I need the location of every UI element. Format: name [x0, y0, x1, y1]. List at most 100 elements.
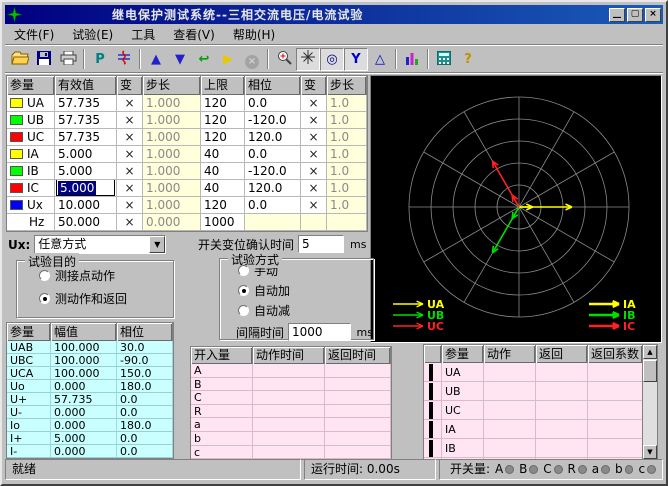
vary-toggle-cell[interactable] — [301, 214, 327, 231]
step-cell[interactable]: 1.000 — [143, 112, 201, 129]
vary-toggle-cell[interactable]: × — [301, 163, 327, 180]
vary-toggle-cell[interactable]: × — [117, 214, 143, 231]
value-cell[interactable]: 50.000 — [55, 214, 117, 231]
vary-toggle-cell[interactable]: × — [117, 112, 143, 129]
vary-toggle-cell[interactable]: × — [117, 163, 143, 180]
bar-chart-button[interactable] — [400, 48, 424, 71]
zoom-button[interactable] — [272, 48, 296, 71]
test-mode-option-2[interactable]: 自动减 — [238, 302, 373, 319]
step-cell[interactable]: 1.000 — [143, 180, 201, 197]
step-cell[interactable]: 1.000 — [143, 129, 201, 146]
help-button[interactable]: ? — [456, 48, 480, 71]
radio-icon[interactable] — [39, 293, 50, 304]
limit-cell[interactable]: 120 — [201, 129, 245, 146]
action-table-scrollbar[interactable]: ▲ ▼ — [642, 344, 658, 460]
vary-toggle-cell[interactable]: × — [301, 112, 327, 129]
run-button[interactable]: ▶ — [216, 48, 240, 71]
vary-toggle-cell[interactable]: × — [301, 180, 327, 197]
step-cell[interactable]: 1.000 — [143, 197, 201, 214]
checkbox-cell[interactable] — [424, 401, 442, 420]
vary-toggle-cell[interactable]: × — [117, 146, 143, 163]
vary-toggle-cell[interactable]: × — [117, 95, 143, 112]
value-cell[interactable]: 57.735 — [55, 129, 117, 146]
ux-mode-combobox[interactable]: 任意方式 ▼ — [34, 235, 166, 254]
step-cell[interactable]: 1.0 — [327, 180, 367, 197]
checkbox-cell[interactable] — [424, 363, 442, 382]
vary-toggle-cell[interactable]: × — [117, 129, 143, 146]
open-button[interactable] — [8, 48, 32, 71]
menu-item-1[interactable]: 试验(E) — [63, 24, 122, 45]
value-cell[interactable]: 5.000 — [55, 146, 117, 163]
vary-toggle-cell[interactable]: × — [301, 95, 327, 112]
reset-button[interactable]: ↩ — [192, 48, 216, 71]
checkbox-icon[interactable] — [429, 421, 433, 438]
delta-connection-button[interactable]: △ — [368, 48, 392, 71]
checkbox-icon[interactable] — [429, 440, 433, 457]
value-cell[interactable]: 5.000 — [55, 163, 117, 180]
step-cell[interactable]: 1.000 — [143, 146, 201, 163]
scroll-up-icon[interactable]: ▲ — [643, 345, 657, 359]
menu-item-4[interactable]: 帮助(H) — [224, 24, 284, 45]
menu-item-0[interactable]: 文件(F) — [5, 24, 63, 45]
value-cell[interactable]: 57.735 — [55, 95, 117, 112]
vary-toggle-cell[interactable]: × — [301, 146, 327, 163]
stop-button[interactable]: × — [240, 48, 264, 71]
value-edit-input[interactable]: 5.000 — [56, 180, 115, 196]
phase-cell[interactable]: 0.0 — [245, 197, 301, 214]
vary-toggle-cell[interactable]: × — [301, 197, 327, 214]
scroll-down-icon[interactable]: ▼ — [643, 445, 657, 459]
limit-cell[interactable]: 40 — [201, 163, 245, 180]
step-cell[interactable]: 1.0 — [327, 197, 367, 214]
radio-icon[interactable] — [39, 270, 50, 281]
step-down-button[interactable]: ▼ — [168, 48, 192, 71]
step-up-button[interactable]: ▲ — [144, 48, 168, 71]
phase-cell[interactable]: -120.0 — [245, 112, 301, 129]
interval-input[interactable]: 1000 — [288, 323, 351, 341]
phase-wave-button[interactable] — [112, 48, 136, 71]
phase-cell[interactable] — [245, 214, 301, 231]
calculator-button[interactable] — [432, 48, 456, 71]
step-cell[interactable]: 1.000 — [143, 95, 201, 112]
phase-cell[interactable]: 0.0 — [245, 146, 301, 163]
phase-cell[interactable]: 120.0 — [245, 129, 301, 146]
checkbox-cell[interactable] — [424, 439, 442, 458]
phase-cell[interactable]: 120.0 — [245, 180, 301, 197]
scrollbar-thumb[interactable] — [643, 360, 657, 382]
vary-toggle-cell[interactable]: × — [117, 197, 143, 214]
phase-cell[interactable]: 0.0 — [245, 95, 301, 112]
axes-button[interactable] — [296, 48, 320, 71]
limit-cell[interactable]: 1000 — [201, 214, 245, 231]
radio-icon[interactable] — [238, 265, 249, 276]
step-cell[interactable]: 0.000 — [143, 214, 201, 231]
checkbox-icon[interactable] — [429, 364, 433, 381]
limit-cell[interactable]: 120 — [201, 197, 245, 214]
test-purpose-option-1[interactable]: 测动作和返回 — [39, 290, 173, 307]
value-cell[interactable]: 5.000 — [55, 180, 117, 197]
step-cell[interactable] — [327, 214, 367, 231]
star-connection-button[interactable]: Y — [344, 48, 368, 71]
step-cell[interactable]: 1.0 — [327, 129, 367, 146]
step-cell[interactable]: 1.0 — [327, 146, 367, 163]
limit-cell[interactable]: 120 — [201, 112, 245, 129]
value-cell[interactable]: 57.735 — [55, 112, 117, 129]
close-button[interactable]: × — [645, 8, 661, 22]
print-button[interactable] — [56, 48, 80, 71]
checkbox-cell[interactable] — [424, 382, 442, 401]
checkbox-icon[interactable] — [429, 402, 433, 419]
limit-cell[interactable]: 40 — [201, 180, 245, 197]
step-cell[interactable]: 1.000 — [143, 163, 201, 180]
confirm-time-input[interactable]: 5 — [298, 235, 344, 253]
phase-cell[interactable]: -120.0 — [245, 163, 301, 180]
minimize-button[interactable]: — — [609, 8, 625, 22]
menu-item-2[interactable]: 工具 — [122, 24, 164, 45]
chevron-down-icon[interactable]: ▼ — [149, 236, 165, 253]
value-cell[interactable]: 10.000 — [55, 197, 117, 214]
radio-icon[interactable] — [238, 285, 249, 296]
checkbox-cell[interactable] — [424, 420, 442, 439]
step-cell[interactable]: 1.0 — [327, 112, 367, 129]
step-cell[interactable]: 1.0 — [327, 163, 367, 180]
limit-cell[interactable]: 40 — [201, 146, 245, 163]
maximize-button[interactable]: ▢ — [627, 8, 643, 22]
radio-icon[interactable] — [238, 305, 249, 316]
vary-toggle-cell[interactable]: × — [117, 180, 143, 197]
